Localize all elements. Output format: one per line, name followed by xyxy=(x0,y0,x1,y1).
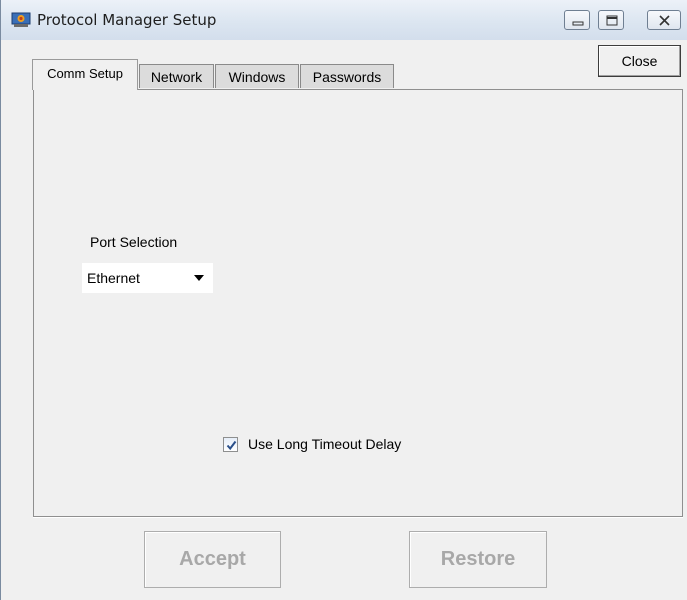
tab-comm-setup[interactable]: Comm Setup xyxy=(32,59,138,90)
port-selection-label: Port Selection xyxy=(90,234,178,250)
accept-button[interactable]: Accept xyxy=(144,531,281,588)
restore-button[interactable]: Restore xyxy=(409,531,547,588)
port-selection-value: Ethernet xyxy=(87,270,140,286)
maximize-icon xyxy=(606,15,618,26)
minimize-icon xyxy=(572,21,584,26)
tab-windows[interactable]: Windows xyxy=(215,64,299,88)
close-icon xyxy=(659,15,670,26)
window-title: Protocol Manager Setup xyxy=(37,11,217,29)
window-close-button[interactable] xyxy=(647,10,681,30)
title-bar[interactable]: Protocol Manager Setup xyxy=(1,0,687,40)
setup-window: Protocol Manager Setup Close Comm Setup … xyxy=(0,0,687,600)
long-timeout-label: Use Long Timeout Delay xyxy=(248,436,402,452)
chevron-down-icon xyxy=(194,275,204,281)
tab-network[interactable]: Network xyxy=(139,64,214,88)
comm-setup-panel xyxy=(33,89,683,517)
minimize-button[interactable] xyxy=(564,10,590,30)
protocol-manager-icon[interactable] xyxy=(11,12,31,28)
close-button[interactable]: Close xyxy=(598,45,681,77)
tab-passwords[interactable]: Passwords xyxy=(300,64,394,88)
maximize-button[interactable] xyxy=(598,10,624,30)
check-icon xyxy=(226,440,237,451)
long-timeout-checkbox[interactable] xyxy=(223,437,238,452)
port-selection-dropdown[interactable]: Ethernet xyxy=(82,263,213,293)
